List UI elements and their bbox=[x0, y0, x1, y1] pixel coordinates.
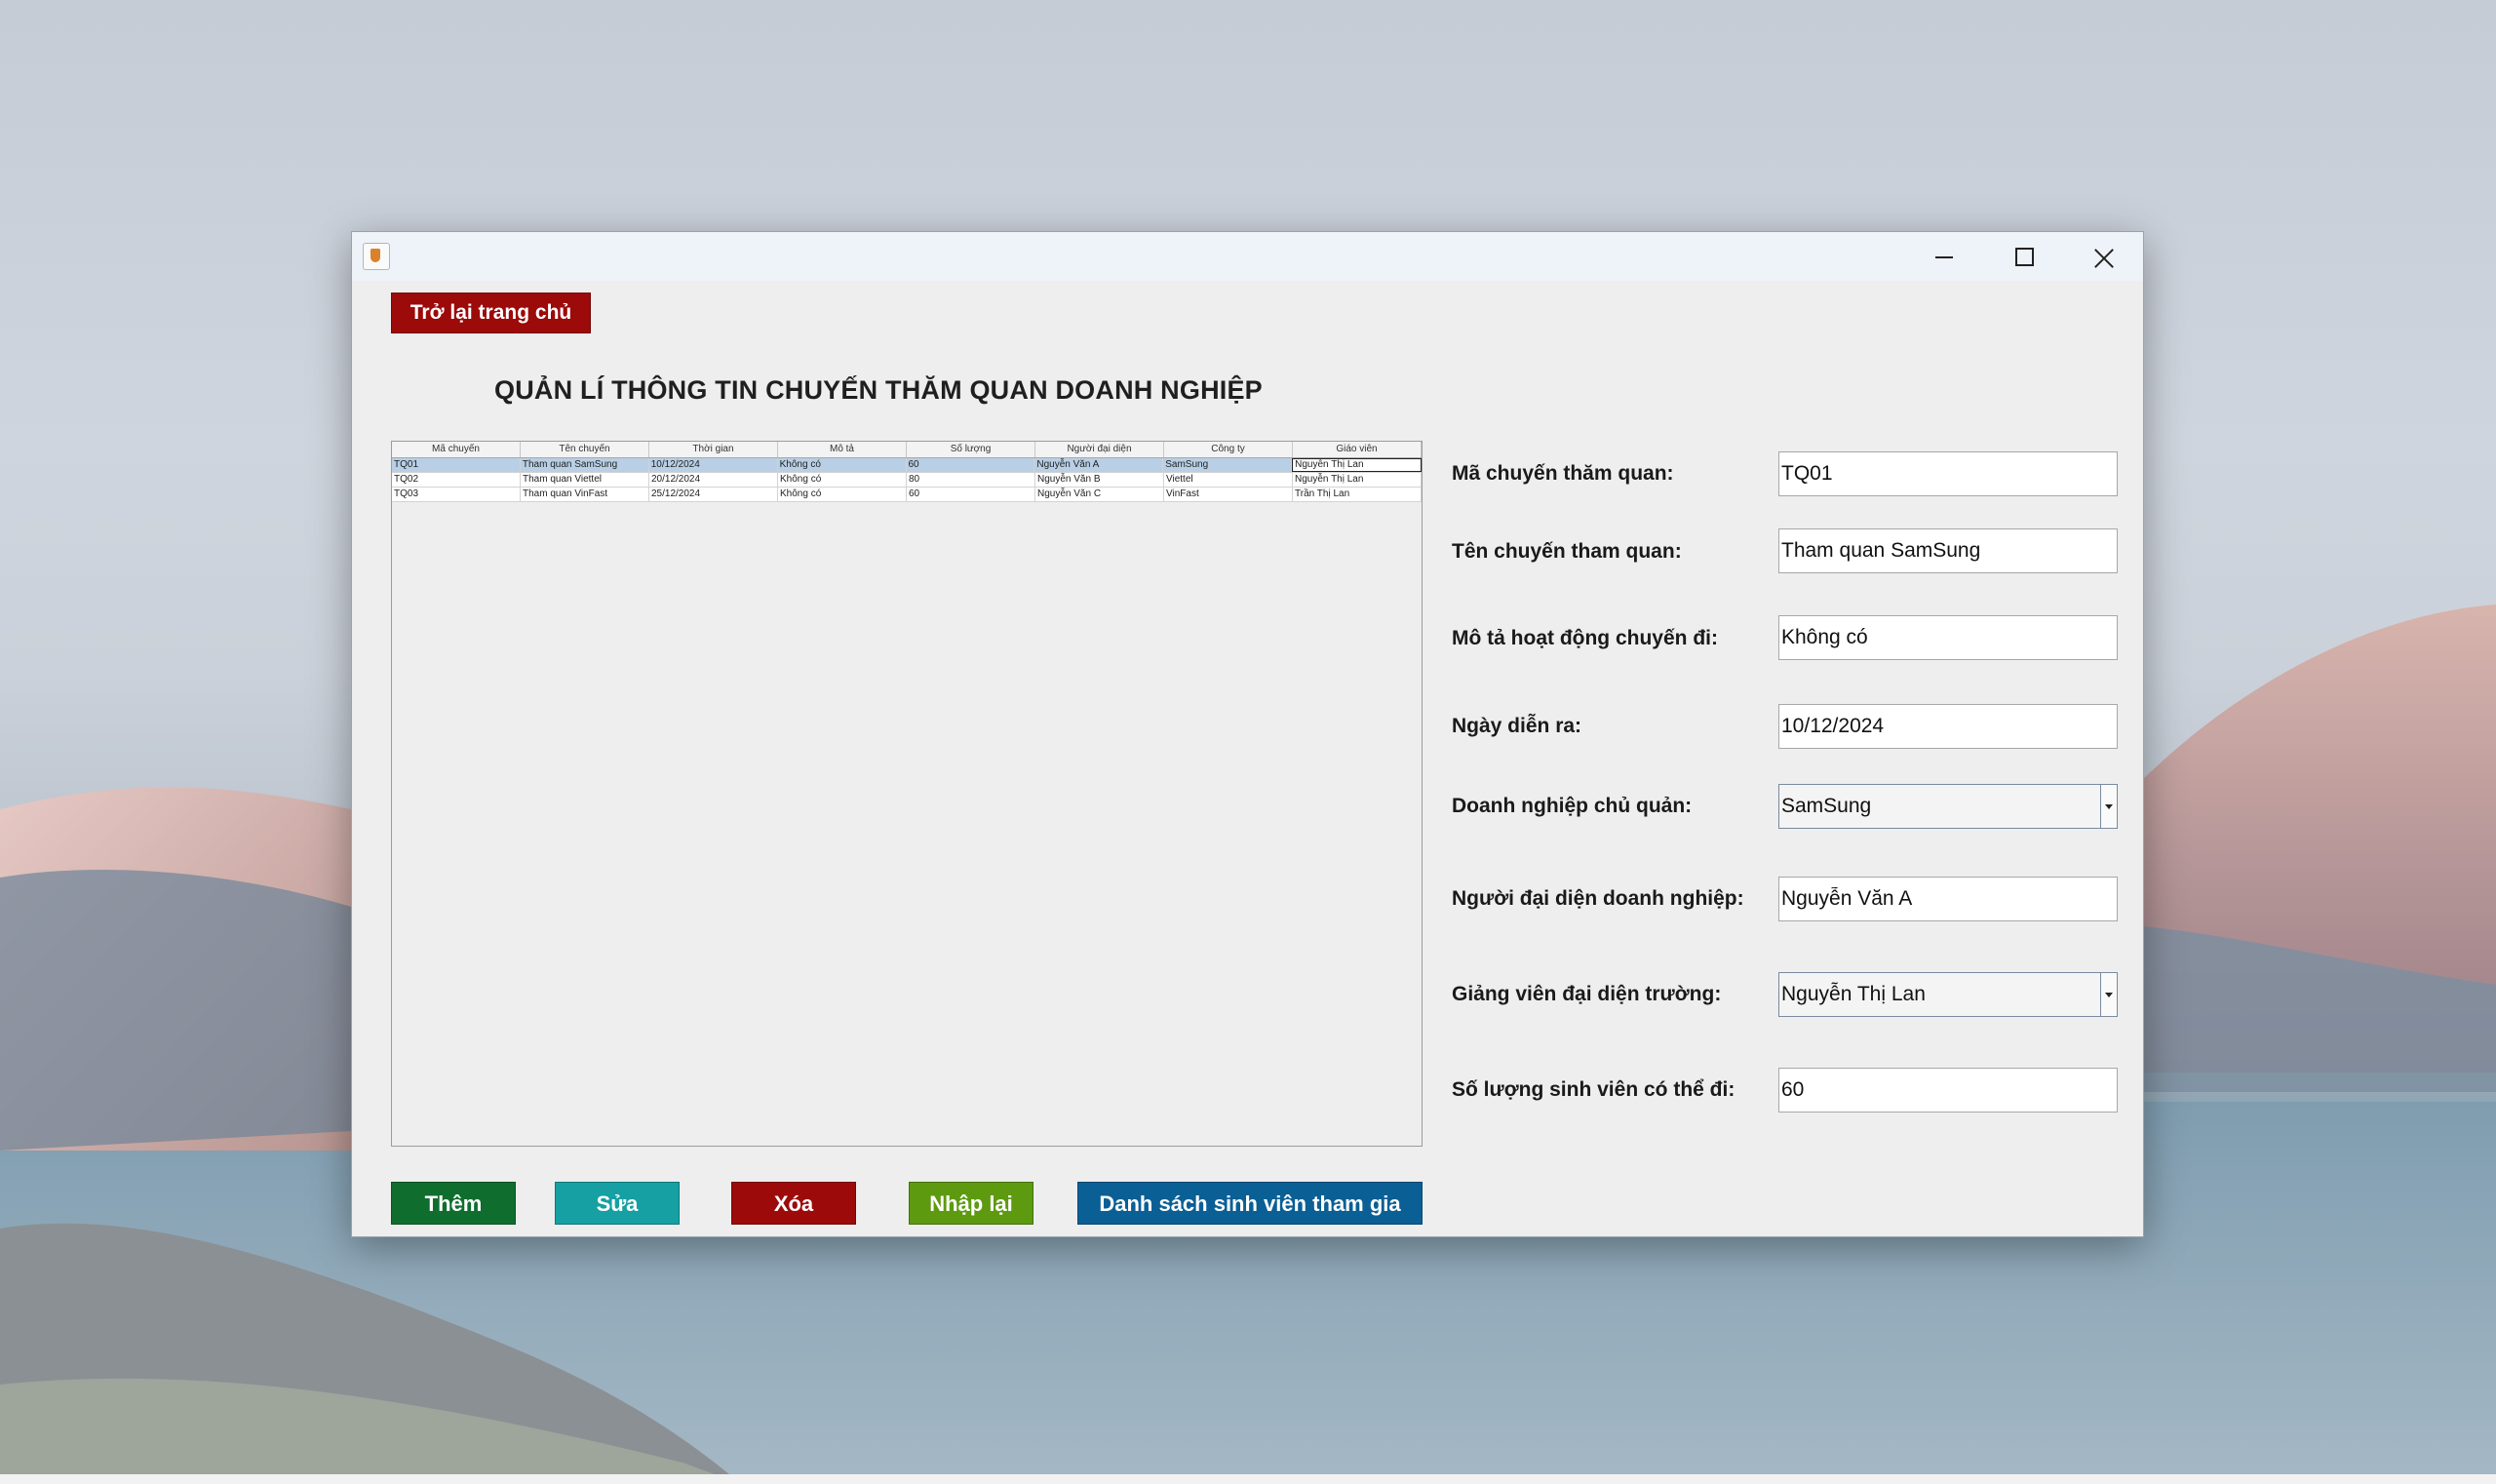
table-cell[interactable]: Nguyễn Văn B bbox=[1035, 473, 1164, 487]
company-select[interactable]: SamSung bbox=[1778, 784, 2118, 829]
table-row[interactable]: TQ03 Tham quan VinFast 25/12/2024 Không … bbox=[392, 488, 1422, 502]
table-cell-focused[interactable]: Nguyễn Thị Lan bbox=[1292, 458, 1422, 472]
table-cell[interactable]: TQ02 bbox=[392, 473, 521, 487]
table-cell[interactable]: Nguyễn Văn A bbox=[1034, 458, 1164, 472]
table-cell[interactable]: 25/12/2024 bbox=[649, 488, 778, 501]
table-cell[interactable]: Nguyễn Văn C bbox=[1035, 488, 1164, 501]
column-header[interactable]: Người đại diện bbox=[1035, 442, 1164, 457]
lecturer-select-value: Nguyễn Thị Lan bbox=[1781, 983, 1926, 1005]
add-button[interactable]: Thêm bbox=[391, 1182, 516, 1225]
table-cell[interactable]: Không có bbox=[778, 473, 907, 487]
maximize-button[interactable] bbox=[1985, 232, 2063, 281]
student-count-label: Số lượng sinh viên có thể đi: bbox=[1452, 1078, 1736, 1101]
date-label: Ngày diễn ra: bbox=[1452, 715, 1582, 737]
title-bar[interactable] bbox=[352, 232, 2143, 281]
table-cell[interactable]: VinFast bbox=[1164, 488, 1293, 501]
table-cell[interactable]: 60 bbox=[907, 458, 1035, 472]
table-header: Mã chuyến Tên chuyến Thời gian Mô tả Số … bbox=[392, 442, 1422, 458]
column-header[interactable]: Mã chuyến bbox=[392, 442, 521, 457]
company-rep-label: Người đại diện doanh nghiệp: bbox=[1452, 887, 1744, 910]
table-cell[interactable]: Tham quan Viettel bbox=[521, 473, 649, 487]
column-header[interactable]: Giáo viên bbox=[1293, 442, 1422, 457]
lecturer-label: Giảng viên đại diện trường: bbox=[1452, 983, 1722, 1005]
column-header[interactable]: Số lượng bbox=[907, 442, 1035, 457]
back-home-button[interactable]: Trở lại trang chủ bbox=[391, 293, 591, 333]
column-header[interactable]: Công ty bbox=[1164, 442, 1293, 457]
table-cell[interactable]: Viettel bbox=[1164, 473, 1293, 487]
trip-name-label: Tên chuyến tham quan: bbox=[1452, 540, 1682, 563]
description-label: Mô tả hoạt động chuyến đi: bbox=[1452, 627, 1718, 649]
table-cell[interactable]: TQ01 bbox=[392, 458, 521, 472]
delete-button[interactable]: Xóa bbox=[731, 1182, 856, 1225]
chevron-down-icon[interactable] bbox=[2100, 785, 2117, 828]
page-title: QUẢN LÍ THÔNG TIN CHUYẾN THĂM QUAN DOANH… bbox=[494, 375, 1263, 405]
trips-table[interactable]: Mã chuyến Tên chuyến Thời gian Mô tả Số … bbox=[391, 441, 1423, 1147]
trip-id-label: Mã chuyến thăm quan: bbox=[1452, 462, 1674, 485]
trip-id-input[interactable] bbox=[1778, 451, 2118, 496]
table-cell[interactable]: TQ03 bbox=[392, 488, 521, 501]
app-window: Trở lại trang chủ QUẢN LÍ THÔNG TIN CHUY… bbox=[351, 231, 2144, 1237]
table-cell[interactable]: Không có bbox=[778, 458, 907, 472]
column-header[interactable]: Mô tả bbox=[778, 442, 907, 457]
table-row[interactable]: TQ01 Tham quan SamSung 10/12/2024 Không … bbox=[392, 458, 1422, 473]
column-header[interactable]: Tên chuyến bbox=[521, 442, 649, 457]
student-count-input[interactable] bbox=[1778, 1068, 2118, 1113]
java-app-icon bbox=[363, 243, 390, 270]
table-cell[interactable]: 80 bbox=[907, 473, 1035, 487]
taskbar-edge bbox=[0, 1474, 2496, 1484]
reset-button[interactable]: Nhập lại bbox=[909, 1182, 1034, 1225]
date-input[interactable] bbox=[1778, 704, 2118, 749]
chevron-down-icon[interactable] bbox=[2100, 973, 2117, 1016]
table-cell[interactable]: 60 bbox=[907, 488, 1035, 501]
company-select-value: SamSung bbox=[1781, 795, 1872, 817]
table-cell[interactable]: Tham quan VinFast bbox=[521, 488, 649, 501]
close-button[interactable] bbox=[2065, 232, 2143, 281]
table-cell[interactable]: Không có bbox=[778, 488, 907, 501]
column-header[interactable]: Thời gian bbox=[649, 442, 778, 457]
student-list-button[interactable]: Danh sách sinh viên tham gia bbox=[1077, 1182, 1423, 1225]
table-cell[interactable]: 20/12/2024 bbox=[649, 473, 778, 487]
company-rep-input[interactable] bbox=[1778, 877, 2118, 921]
minimize-button[interactable] bbox=[1905, 232, 1983, 281]
table-cell[interactable]: SamSung bbox=[1163, 458, 1293, 472]
description-input[interactable] bbox=[1778, 615, 2118, 660]
trip-name-input[interactable] bbox=[1778, 528, 2118, 573]
edit-button[interactable]: Sửa bbox=[555, 1182, 680, 1225]
company-label: Doanh nghiệp chủ quản: bbox=[1452, 795, 1693, 817]
table-cell[interactable]: Tham quan SamSung bbox=[521, 458, 649, 472]
table-cell[interactable]: Trần Thị Lan bbox=[1293, 488, 1422, 501]
table-row[interactable]: TQ02 Tham quan Viettel 20/12/2024 Không … bbox=[392, 473, 1422, 488]
table-cell[interactable]: Nguyễn Thị Lan bbox=[1293, 473, 1422, 487]
table-cell[interactable]: 10/12/2024 bbox=[649, 458, 778, 472]
lecturer-select[interactable]: Nguyễn Thị Lan bbox=[1778, 972, 2118, 1017]
